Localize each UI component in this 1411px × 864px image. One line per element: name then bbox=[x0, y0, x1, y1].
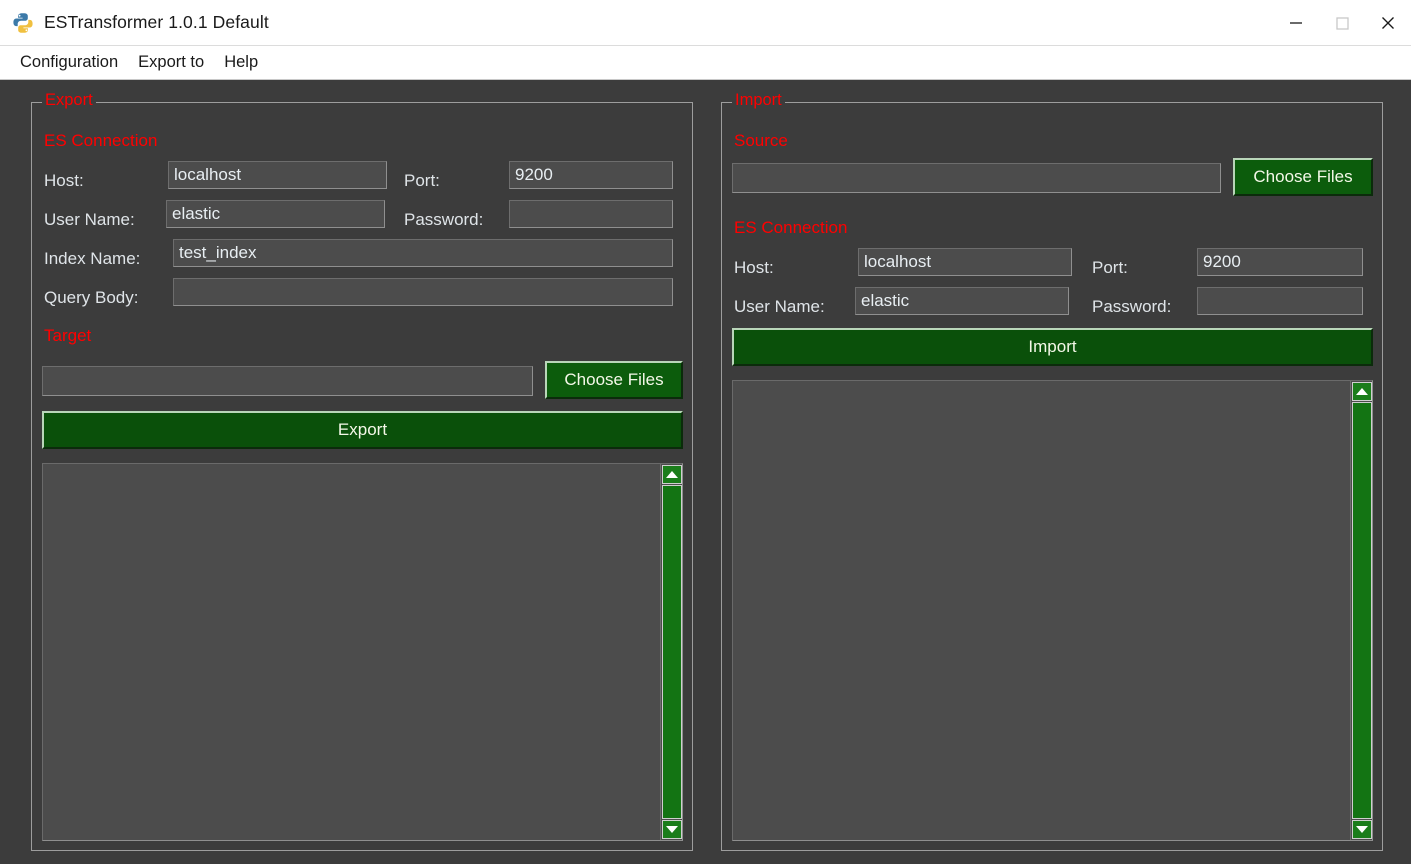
menu-item-configuration[interactable]: Configuration bbox=[10, 49, 128, 76]
import-port-input[interactable] bbox=[1197, 248, 1363, 276]
export-button-label: Export bbox=[337, 420, 388, 439]
import-log-text[interactable] bbox=[733, 381, 1350, 840]
export-panel: Export ES Connection Host: Port: User Na… bbox=[31, 92, 693, 851]
export-query-input[interactable] bbox=[173, 278, 673, 306]
import-choose-files-label: Choose Files bbox=[1253, 167, 1353, 186]
export-log-box bbox=[42, 463, 683, 841]
export-button[interactable]: Export bbox=[42, 411, 683, 449]
menu-item-export-to[interactable]: Export to bbox=[128, 49, 214, 76]
main-content: Export ES Connection Host: Port: User Na… bbox=[0, 80, 1411, 864]
import-source-path-input[interactable] bbox=[732, 163, 1221, 193]
export-target-path-input[interactable] bbox=[42, 366, 533, 396]
import-log-box bbox=[732, 380, 1373, 841]
close-button[interactable] bbox=[1365, 0, 1411, 46]
export-port-label: Port: bbox=[404, 171, 440, 190]
import-username-label: User Name: bbox=[734, 297, 825, 316]
import-host-label: Host: bbox=[734, 258, 774, 277]
import-port-label: Port: bbox=[1092, 258, 1128, 277]
scroll-up-arrow-icon[interactable] bbox=[661, 465, 682, 484]
window-controls bbox=[1273, 0, 1411, 46]
import-source-title: Source bbox=[734, 131, 788, 150]
import-host-input[interactable] bbox=[858, 248, 1072, 276]
window-title: ESTransformer 1.0.1 Default bbox=[44, 12, 269, 32]
app-window: ESTransformer 1.0.1 Default Configuratio… bbox=[0, 0, 1411, 864]
import-button[interactable]: Import bbox=[732, 328, 1373, 366]
import-button-label: Import bbox=[1028, 337, 1077, 356]
import-choose-files-button[interactable]: Choose Files bbox=[1233, 158, 1373, 196]
export-target-title: Target bbox=[44, 326, 92, 345]
import-password-input[interactable] bbox=[1197, 287, 1363, 315]
minimize-icon bbox=[1290, 21, 1302, 24]
scroll-up-arrow-icon[interactable] bbox=[1351, 382, 1372, 401]
export-username-input[interactable] bbox=[166, 200, 385, 228]
title-bar: ESTransformer 1.0.1 Default bbox=[0, 0, 1411, 46]
export-port-input[interactable] bbox=[509, 161, 673, 189]
import-panel-title: Import bbox=[732, 92, 785, 108]
export-log-text[interactable] bbox=[43, 464, 660, 840]
menu-bar: Configuration Export to Help bbox=[0, 46, 1411, 80]
scroll-down-arrow-icon[interactable] bbox=[661, 820, 682, 839]
export-panel-title: Export bbox=[42, 92, 96, 108]
export-index-input[interactable] bbox=[173, 239, 673, 267]
python-logo-icon bbox=[12, 12, 34, 34]
export-username-label: User Name: bbox=[44, 210, 135, 229]
export-password-label: Password: bbox=[404, 210, 484, 229]
export-host-input[interactable] bbox=[168, 161, 387, 189]
export-host-label: Host: bbox=[44, 171, 84, 190]
export-log-scrollbar[interactable] bbox=[660, 464, 682, 840]
export-password-input[interactable] bbox=[509, 200, 673, 228]
export-index-label: Index Name: bbox=[44, 249, 141, 268]
export-es-connection-title: ES Connection bbox=[44, 131, 158, 150]
scroll-thumb[interactable] bbox=[1351, 402, 1372, 819]
close-icon bbox=[1382, 16, 1394, 29]
scroll-down-arrow-icon[interactable] bbox=[1351, 820, 1372, 839]
minimize-button[interactable] bbox=[1273, 0, 1319, 46]
export-choose-files-button[interactable]: Choose Files bbox=[545, 361, 683, 399]
import-panel: Import Source Choose Files ES Connection… bbox=[721, 92, 1383, 851]
import-es-connection-title: ES Connection bbox=[734, 218, 848, 237]
import-password-label: Password: bbox=[1092, 297, 1172, 316]
import-log-scrollbar[interactable] bbox=[1350, 381, 1372, 840]
import-username-input[interactable] bbox=[855, 287, 1069, 315]
maximize-button[interactable] bbox=[1319, 0, 1365, 46]
menu-item-help[interactable]: Help bbox=[214, 49, 268, 76]
scroll-thumb[interactable] bbox=[661, 485, 682, 819]
export-choose-files-label: Choose Files bbox=[564, 370, 664, 389]
maximize-icon bbox=[1336, 16, 1349, 30]
export-query-label: Query Body: bbox=[44, 288, 139, 307]
